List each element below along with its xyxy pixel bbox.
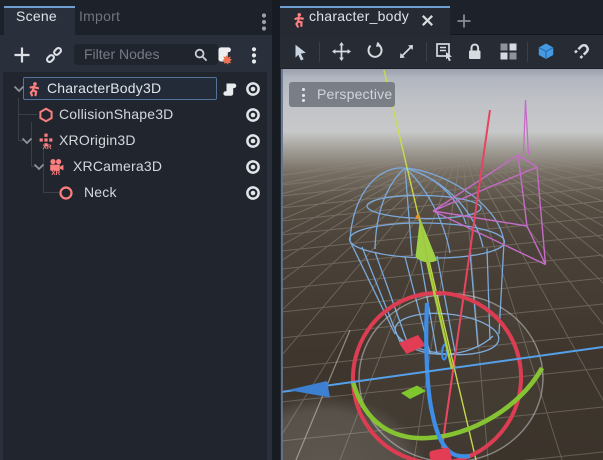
svg-text:XR: XR bbox=[51, 170, 60, 175]
svg-text:XR: XR bbox=[43, 144, 52, 149]
